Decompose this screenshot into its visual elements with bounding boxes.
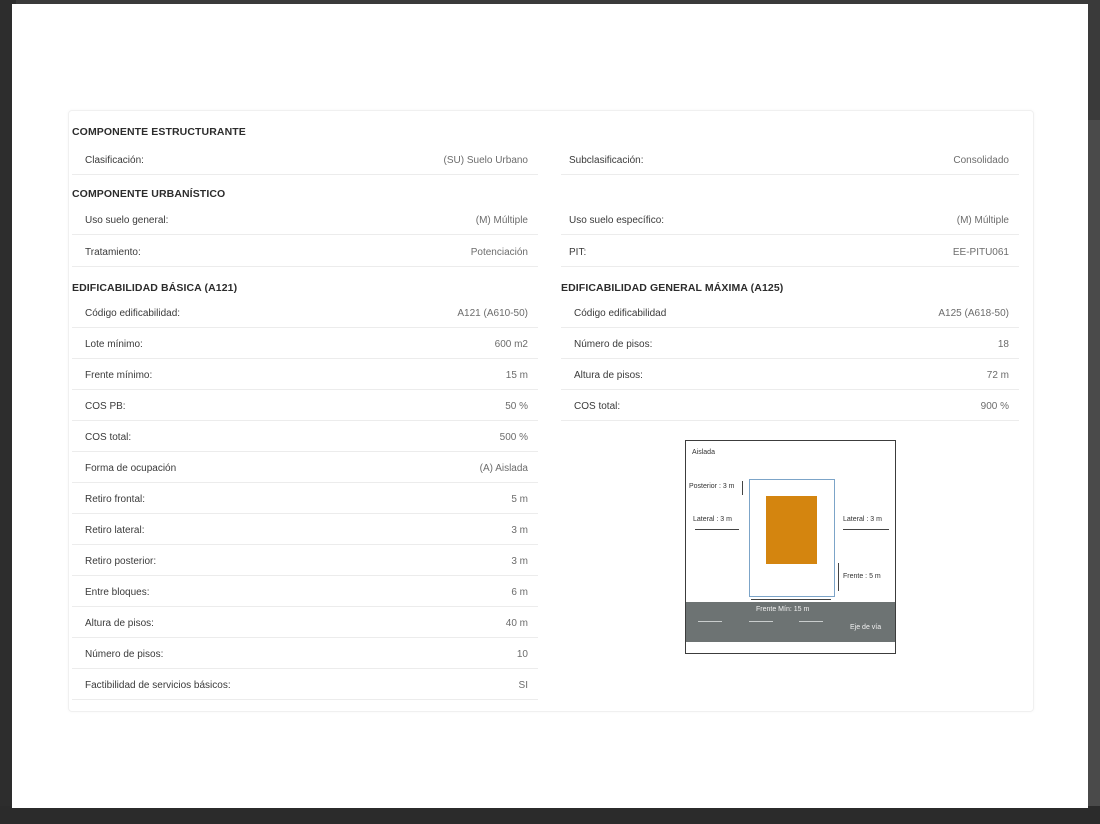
row-value: 900 % [980, 401, 1009, 412]
row-label: COS PB: [85, 401, 126, 412]
row-retiro-frontal: Retiro frontal: 5 m [72, 483, 538, 514]
row-label: Entre bloques: [85, 587, 150, 598]
row-value: (M) Múltiple [956, 215, 1009, 226]
building-footprint [766, 496, 817, 564]
row-value: EE-PITU061 [952, 247, 1009, 258]
section-title-urbanistico: COMPONENTE URBANÍSTICO [72, 188, 226, 200]
row-value: 600 m2 [494, 339, 528, 350]
row-cos-total-max: COS total: 900 % [561, 390, 1019, 421]
row-label: Lote mínimo: [85, 339, 143, 350]
row-label: Retiro frontal: [85, 494, 146, 505]
row-label: Frente mínimo: [85, 370, 153, 381]
row-label: Subclasificación: [569, 155, 644, 166]
row-label: Forma de ocupación [85, 463, 177, 474]
posterior-label: Posterior : 3 m [689, 483, 735, 490]
row-uso-suelo-especifico: Uso suelo específico: (M) Múltiple [561, 204, 1019, 235]
row-cos-pb: COS PB: 50 % [72, 390, 538, 421]
row-label: Número de pisos: [574, 339, 653, 350]
row-label: PIT: [569, 247, 587, 258]
frente-min-label: Frente Mín: 15 m [756, 606, 810, 613]
row-numero-pisos: Número de pisos: 10 [72, 638, 538, 669]
row-retiro-posterior: Retiro posterior: 3 m [72, 545, 538, 576]
row-value: SI [518, 680, 528, 691]
row-pit: PIT: EE-PITU061 [561, 236, 1019, 267]
row-tratamiento: Tratamiento: Potenciación [72, 236, 538, 267]
frente-dimension-line [838, 563, 839, 591]
section-title-basica: EDIFICABILIDAD BÁSICA (A121) [72, 282, 238, 294]
row-label: Código edificabilidad: [85, 308, 181, 319]
row-lote-minimo: Lote mínimo: 600 m2 [72, 328, 538, 359]
row-label: Código edificabilidad [574, 308, 667, 319]
row-value: 15 m [505, 370, 528, 381]
row-value: 500 % [499, 432, 528, 443]
row-value: 6 m [511, 587, 528, 598]
row-value: 3 m [511, 556, 528, 567]
row-label: Número de pisos: [85, 649, 164, 660]
row-subclasificacion: Subclasificación: Consolidado [561, 144, 1019, 175]
row-value: 3 m [511, 525, 528, 536]
row-value: 72 m [986, 370, 1009, 381]
row-frente-minimo: Frente mínimo: 15 m [72, 359, 538, 390]
lane-marking [749, 621, 773, 622]
row-cos-total: COS total: 500 % [72, 421, 538, 452]
row-forma-ocupacion: Forma de ocupación (A) Aislada [72, 452, 538, 483]
row-value: 10 [516, 649, 528, 660]
row-value: Potenciación [470, 247, 528, 258]
row-value: 5 m [511, 494, 528, 505]
row-entre-bloques: Entre bloques: 6 m [72, 576, 538, 607]
row-label: Altura de pisos: [85, 618, 154, 629]
section-title-estructurante: COMPONENTE ESTRUCTURANTE [72, 126, 246, 138]
row-value: A121 (A610-50) [457, 308, 528, 319]
lateral-right-label: Lateral : 3 m [843, 516, 882, 523]
row-altura-pisos: Altura de pisos: 40 m [72, 607, 538, 638]
row-numero-pisos-max: Número de pisos: 18 [561, 328, 1019, 359]
row-factibilidad: Factibilidad de servicios básicos: SI [72, 669, 538, 700]
row-label: COS total: [85, 432, 132, 443]
diagram-type-label: Aislada [692, 449, 715, 456]
frente-label: Frente : 5 m [843, 573, 881, 580]
row-value: (SU) Suelo Urbano [443, 155, 528, 166]
eje-via-label: Eje de vía [850, 624, 882, 631]
row-label: COS total: [574, 401, 621, 412]
document-sheet: COMPONENTE ESTRUCTURANTE Clasificación: … [12, 4, 1088, 808]
row-label: Retiro posterior: [85, 556, 157, 567]
setback-diagram: Aislada Posterior : 3 m Lateral : 3 m La… [685, 440, 896, 654]
row-codigo-edificabilidad-max: Código edificabilidad A125 (A618-50) [561, 297, 1019, 328]
background-bottom [0, 806, 1100, 824]
lateral-right-dimension-line [843, 529, 889, 530]
row-value: 50 % [505, 401, 528, 412]
frente-min-dimension-line [751, 599, 831, 600]
row-value: (A) Aislada [479, 463, 528, 474]
row-value: 18 [997, 339, 1009, 350]
row-value: (M) Múltiple [475, 215, 528, 226]
row-altura-pisos-max: Altura de pisos: 72 m [561, 359, 1019, 390]
row-label: Retiro lateral: [85, 525, 145, 536]
row-codigo-edificabilidad: Código edificabilidad: A121 (A610-50) [72, 297, 538, 328]
lateral-left-dimension-line [695, 529, 739, 530]
row-value: Consolidado [953, 155, 1009, 166]
lateral-left-label: Lateral : 3 m [693, 516, 732, 523]
row-label: Uso suelo específico: [569, 215, 665, 226]
row-value: A125 (A618-50) [938, 308, 1009, 319]
row-label: Clasificación: [85, 155, 144, 166]
section-title-maxima: EDIFICABILIDAD GENERAL MÁXIMA (A125) [561, 282, 784, 294]
lane-marking [698, 621, 722, 622]
row-value: 40 m [505, 618, 528, 629]
posterior-dimension-line [742, 481, 743, 495]
row-clasificacion: Clasificación: (SU) Suelo Urbano [72, 144, 538, 175]
row-uso-suelo-general: Uso suelo general: (M) Múltiple [72, 204, 538, 235]
row-label: Factibilidad de servicios básicos: [85, 680, 231, 691]
lane-marking [799, 621, 823, 622]
row-label: Tratamiento: [85, 247, 141, 258]
row-label: Uso suelo general: [85, 215, 169, 226]
row-retiro-lateral: Retiro lateral: 3 m [72, 514, 538, 545]
row-label: Altura de pisos: [574, 370, 643, 381]
